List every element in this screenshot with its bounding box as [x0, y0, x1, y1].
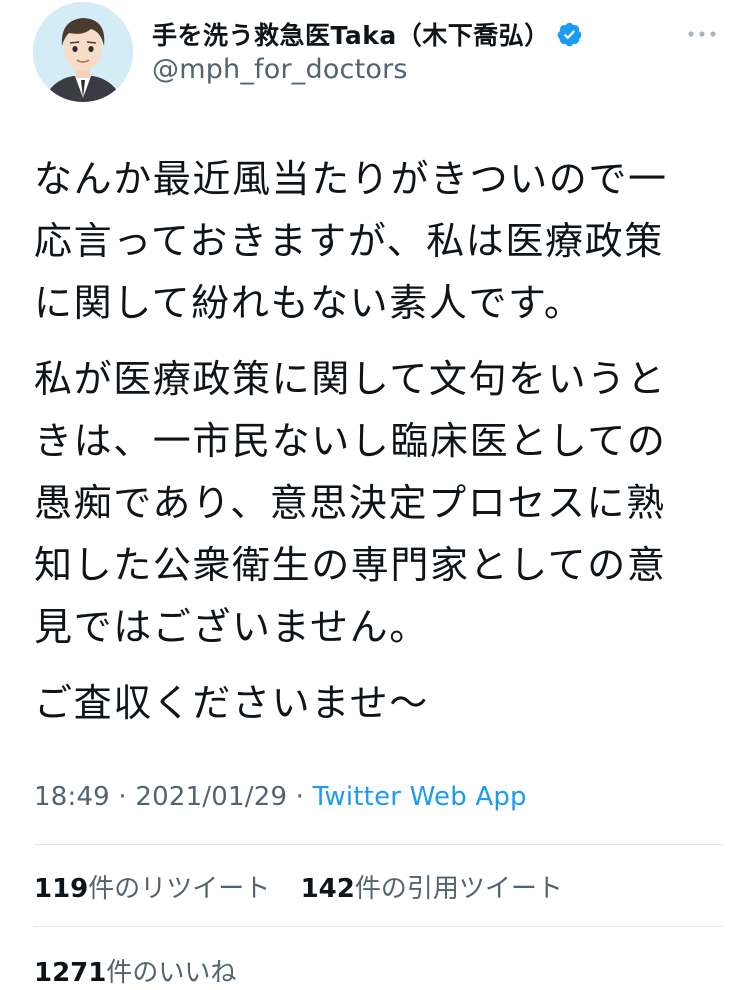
- quotes-stat[interactable]: 142件の引用ツイート: [301, 874, 563, 904]
- author-handle[interactable]: @mph_for_doctors: [152, 54, 408, 85]
- tweet-line: 応言っておきますが、私は医療政策: [34, 219, 664, 263]
- tweet-paragraph-2: 私が医療政策に関して文句をいうと きは、一市民ないし臨床医としての 愚痴であり、…: [34, 348, 724, 658]
- retweets-label: 件のリツイート: [88, 874, 271, 904]
- tweet-source-link[interactable]: Twitter Web App: [313, 782, 527, 812]
- avatar[interactable]: [33, 2, 133, 102]
- verified-badge-icon: [556, 21, 583, 48]
- tweet-line: なんか最近風当たりがきついので一: [34, 157, 668, 201]
- tweet-time[interactable]: 18:49: [34, 782, 110, 812]
- tweet-paragraph-3: ご査収くださいませ～: [34, 672, 724, 734]
- divider: [34, 844, 724, 845]
- engagement-stats: 119件のリツイート 142件の引用ツイート: [34, 868, 585, 905]
- tweet-date[interactable]: 2021/01/29: [135, 782, 287, 812]
- likes-stat[interactable]: 1271件のいいね: [34, 958, 236, 988]
- tweet-line: 愚痴であり、意思決定プロセスに熟: [34, 481, 666, 525]
- tweet-header: 手を洗う救急医Taka（木下喬弘） @mph_for_doctors: [0, 0, 750, 120]
- quotes-label: 件の引用ツイート: [354, 874, 563, 904]
- more-dots-icon: [688, 31, 716, 37]
- tweet-paragraph-1: なんか最近風当たりがきついので一 応言っておきますが、私は医療政策 に関して紛れ…: [34, 148, 724, 334]
- author-display-name[interactable]: 手を洗う救急医Taka（木下喬弘）: [152, 16, 550, 52]
- tweet-line: に関して紛れもない素人です。: [34, 281, 584, 325]
- likes-label: 件のいいね: [106, 958, 237, 988]
- tweet-line: 知した公衆衛生の専門家としての意: [34, 543, 667, 587]
- meta-separator: ·: [287, 782, 313, 812]
- quotes-count: 142: [300, 874, 355, 904]
- likes-count: 1271: [34, 958, 107, 988]
- tweet-text: なんか最近風当たりがきついので一 応言っておきますが、私は医療政策 に関して紛れ…: [34, 148, 724, 748]
- more-options-button[interactable]: [684, 16, 720, 52]
- author-name-row[interactable]: 手を洗う救急医Taka（木下喬弘）: [152, 14, 583, 54]
- divider: [34, 926, 724, 927]
- tweet-line: きは、一市民ないし臨床医としての: [34, 419, 667, 463]
- tweet-line: 私が医療政策に関して文句をいうと: [34, 357, 667, 401]
- tweet-line: 見ではございません。: [34, 605, 429, 649]
- meta-separator: ·: [109, 782, 136, 812]
- retweets-stat[interactable]: 119件のリツイート: [34, 874, 270, 904]
- avatar-illustration: [33, 2, 133, 102]
- likes-row: 1271件のいいね: [34, 952, 258, 989]
- tweet-meta: 18:49 · 2021/01/29 · Twitter Web App: [34, 782, 527, 812]
- tweet-line: ご査収くださいませ～: [34, 681, 429, 725]
- retweets-count: 119: [34, 874, 89, 904]
